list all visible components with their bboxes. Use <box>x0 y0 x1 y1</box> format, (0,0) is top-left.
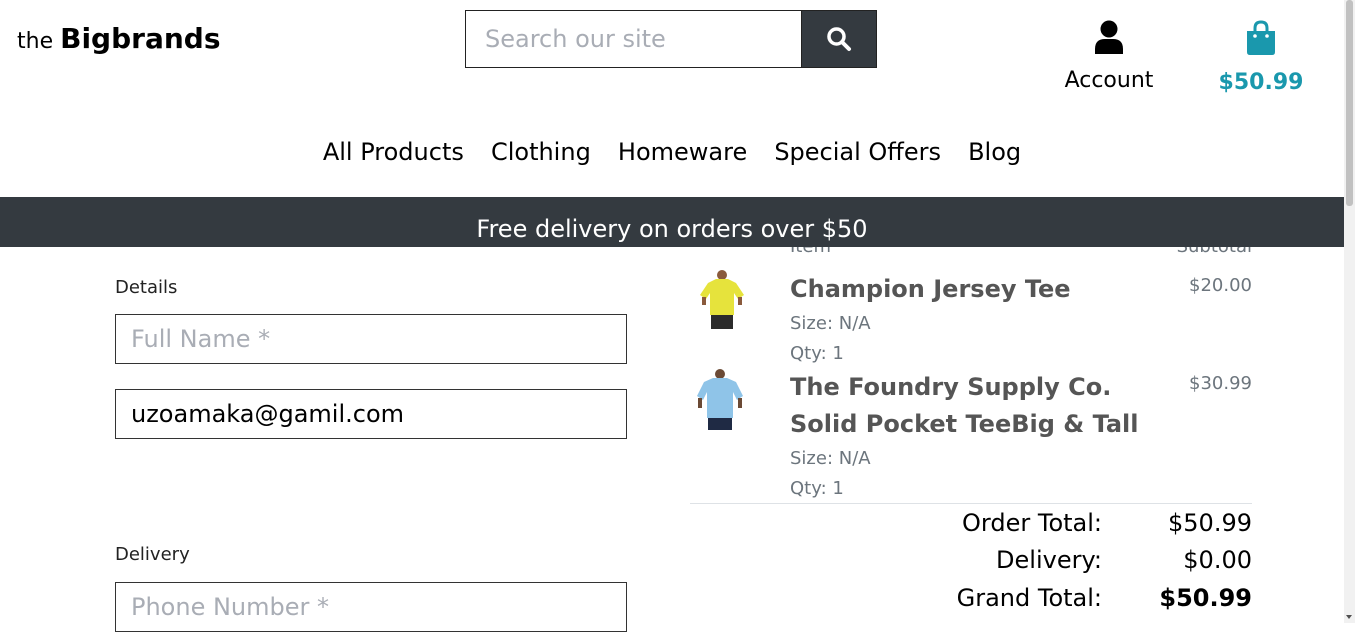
item-name: The Foundry Supply Co. <box>790 373 1112 401</box>
nav-clothing[interactable]: Clothing <box>491 138 591 166</box>
user-icon <box>1095 20 1123 54</box>
logo-prefix: the <box>17 29 54 54</box>
product-image-champion-tee[interactable] <box>698 269 746 331</box>
main-nav: All Products Clothing Homeware Special O… <box>0 138 1344 166</box>
email-field[interactable] <box>115 389 627 439</box>
nav-special-offers[interactable]: Special Offers <box>774 138 941 166</box>
grand-total-value: $50.99 <box>1159 584 1252 612</box>
page-scrollbar[interactable] <box>1344 0 1355 623</box>
full-name-field[interactable] <box>115 314 627 364</box>
details-label: Details <box>115 277 178 298</box>
search-input[interactable] <box>465 10 801 68</box>
cart-total: $50.99 <box>1218 70 1304 95</box>
search-button[interactable] <box>801 10 877 68</box>
summary-divider <box>690 503 1252 504</box>
item-name: Champion Jersey Tee <box>790 275 1071 303</box>
site-logo[interactable]: the Bigbrands <box>17 22 220 55</box>
nav-all-products[interactable]: All Products <box>323 138 464 166</box>
item-size: Size: N/A <box>790 313 871 334</box>
phone-field[interactable] <box>115 582 627 632</box>
logo-brand: Bigbrands <box>60 22 221 55</box>
scroll-down-arrow-icon[interactable] <box>1346 615 1352 619</box>
delivery-cost-value: $0.00 <box>1183 546 1252 574</box>
account-label: Account <box>1064 68 1154 93</box>
grand-total-label: Grand Total: <box>956 584 1102 612</box>
item-size: Size: N/A <box>790 448 871 469</box>
delivery-banner: Free delivery on orders over $50 <box>0 197 1344 247</box>
product-image-foundry-tee[interactable] <box>696 368 744 430</box>
item-price: $30.99 <box>1189 373 1252 394</box>
nav-blog[interactable]: Blog <box>968 138 1021 166</box>
item-qty: Qty: 1 <box>790 343 844 364</box>
nav-homeware[interactable]: Homeware <box>618 138 747 166</box>
item-name-line2: Solid Pocket TeeBig & Tall <box>790 410 1139 438</box>
delivery-label: Delivery <box>115 544 190 565</box>
search-form <box>465 10 877 68</box>
banner-text: Free delivery on orders over $50 <box>476 215 868 243</box>
shopping-bag-icon <box>1247 20 1275 55</box>
order-total-label: Order Total: <box>962 509 1102 537</box>
scrollbar-thumb[interactable] <box>1346 0 1353 206</box>
item-price: $20.00 <box>1189 275 1252 296</box>
search-icon <box>827 27 851 51</box>
cart-link[interactable]: $50.99 <box>1218 20 1304 95</box>
order-total-value: $50.99 <box>1168 509 1252 537</box>
delivery-cost-label: Delivery: <box>996 546 1102 574</box>
item-qty: Qty: 1 <box>790 478 844 499</box>
account-link[interactable]: Account <box>1060 20 1158 93</box>
